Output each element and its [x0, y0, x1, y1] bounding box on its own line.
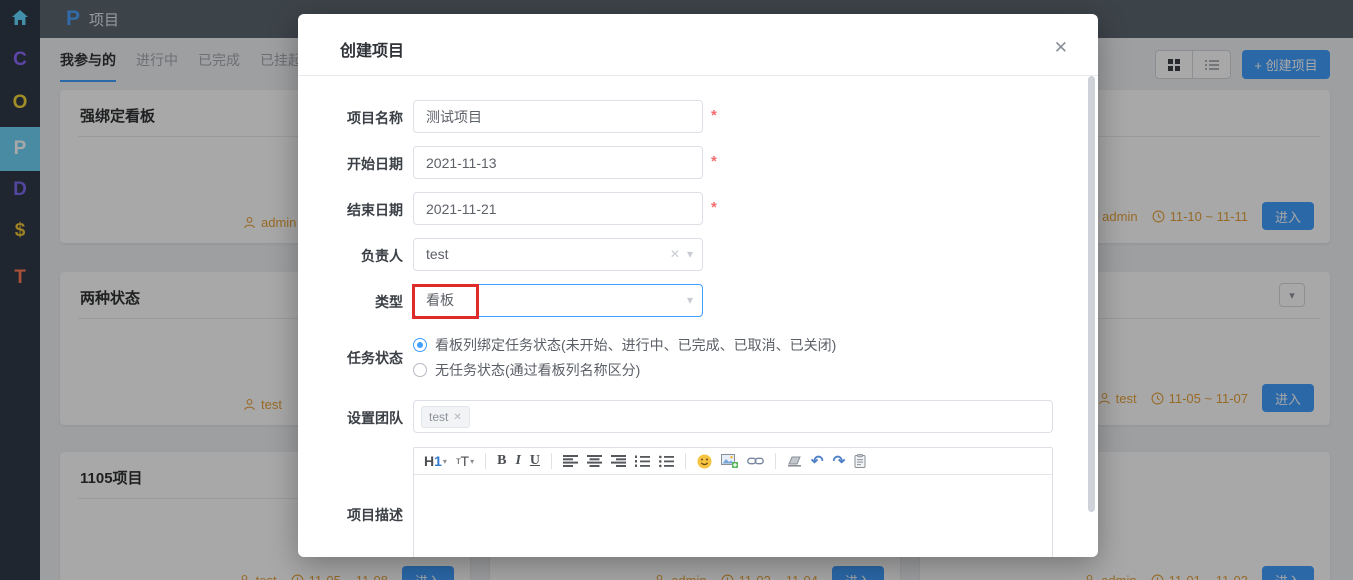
clear-icon[interactable]: ✕: [670, 239, 680, 270]
end-date-input[interactable]: [413, 192, 703, 225]
field-label-name: 项目名称: [298, 108, 403, 128]
tag-remove-icon[interactable]: ✕: [453, 412, 461, 423]
field-label-end-date: 结束日期: [298, 200, 403, 220]
bold-icon[interactable]: B: [497, 451, 506, 471]
eraser-icon[interactable]: [787, 451, 802, 471]
required-asterisk: *: [711, 153, 717, 170]
font-size-icon[interactable]: тT▾: [456, 451, 474, 471]
field-label-owner: 负责人: [298, 246, 403, 266]
project-name-input[interactable]: [413, 100, 703, 133]
chevron-down-icon: ▾: [443, 457, 447, 466]
close-icon[interactable]: ✕: [1054, 38, 1068, 58]
owner-select[interactable]: test ✕ ▾: [413, 238, 703, 271]
team-select[interactable]: test ✕: [413, 400, 1053, 433]
radio-selected-icon[interactable]: [413, 338, 427, 352]
heading-icon[interactable]: H1▾: [424, 451, 447, 471]
chevron-down-icon: ▾: [687, 285, 693, 316]
toolbar-separator: [775, 453, 776, 469]
align-center-icon[interactable]: [587, 451, 602, 471]
team-tag: test ✕: [421, 406, 470, 428]
chevron-down-icon: ▾: [687, 239, 693, 270]
align-right-icon[interactable]: [611, 451, 626, 471]
field-label-task-status: 任务状态: [298, 348, 403, 368]
underline-icon[interactable]: U: [530, 451, 540, 471]
toolbar-separator: [685, 453, 686, 469]
clipboard-icon[interactable]: [854, 451, 866, 471]
editor-toolbar: H1▾ тT▾ B I U ↶ ↷: [414, 448, 1052, 475]
highlight-annotation-box: [412, 284, 479, 319]
description-editor[interactable]: H1▾ тT▾ B I U ↶ ↷: [413, 447, 1053, 557]
align-left-icon[interactable]: [563, 451, 578, 471]
emoji-icon[interactable]: [697, 451, 712, 471]
redo-icon[interactable]: ↷: [833, 451, 846, 471]
field-label-type: 类型: [298, 292, 403, 312]
chevron-down-icon: ▾: [470, 457, 474, 466]
field-label-team: 设置团队: [298, 408, 403, 428]
required-asterisk: *: [711, 199, 717, 216]
unordered-list-icon[interactable]: [659, 451, 674, 471]
field-label-start-date: 开始日期: [298, 154, 403, 174]
radio-unselected-icon[interactable]: [413, 363, 427, 377]
toolbar-separator: [551, 453, 552, 469]
start-date-input[interactable]: [413, 146, 703, 179]
italic-icon[interactable]: I: [515, 451, 520, 471]
modal-divider: [298, 75, 1098, 76]
required-asterisk: *: [711, 107, 717, 124]
ordered-list-icon[interactable]: [635, 451, 650, 471]
modal-title: 创建项目: [340, 37, 404, 61]
link-icon[interactable]: [747, 451, 764, 471]
image-icon[interactable]: [721, 451, 738, 471]
modal-scrollbar[interactable]: [1088, 76, 1095, 512]
field-label-description: 项目描述: [298, 505, 403, 525]
radio-option-no-status[interactable]: 无任务状态(通过看板列名称区分): [413, 360, 640, 380]
radio-option-bound-status[interactable]: 看板列绑定任务状态(未开始、进行中、已完成、已取消、已关闭): [413, 335, 836, 355]
toolbar-separator: [485, 453, 486, 469]
editor-content[interactable]: [414, 475, 1052, 557]
undo-icon[interactable]: ↶: [811, 451, 824, 471]
